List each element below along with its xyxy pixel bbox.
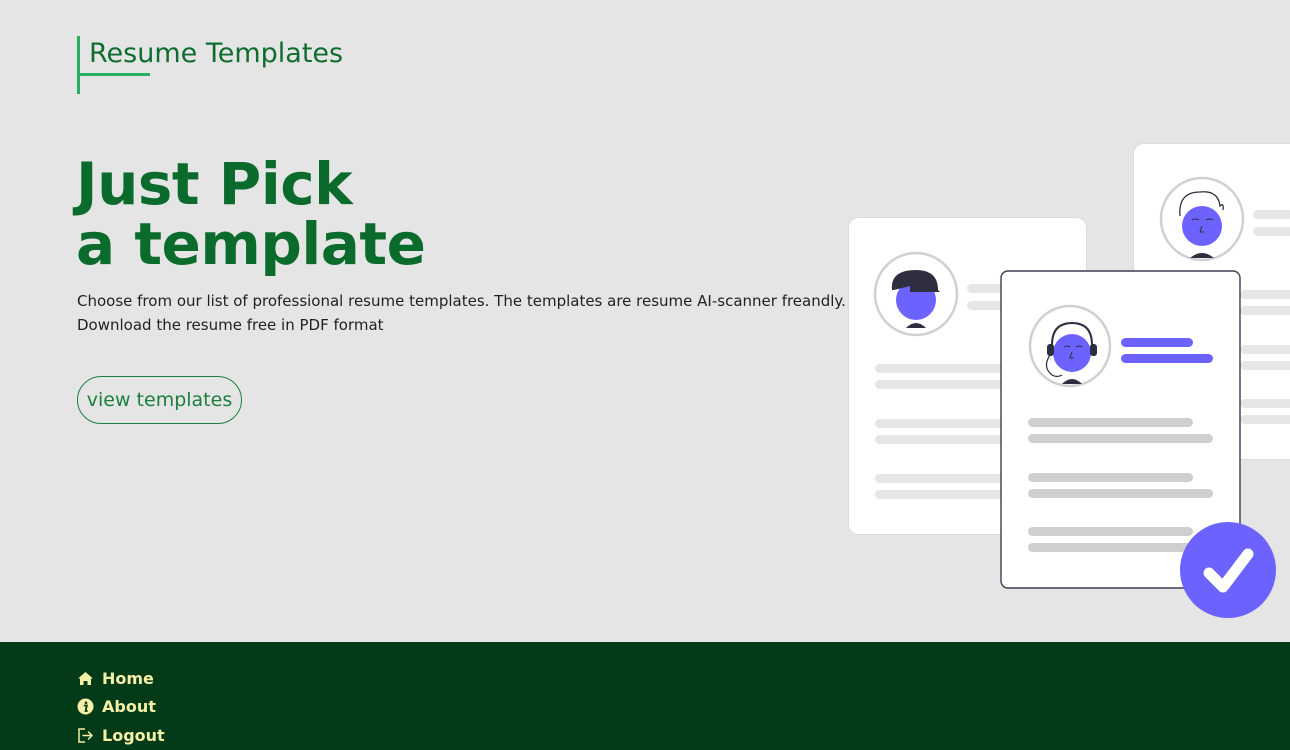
hero-description-line-2: Download the resume free in PDF format <box>77 316 384 334</box>
view-templates-button[interactable]: view templates <box>77 376 242 424</box>
footer-link-home[interactable]: Home <box>77 664 165 693</box>
resume-templates-illustration <box>848 143 1290 618</box>
brand-underline <box>80 73 150 76</box>
footer-link-about[interactable]: About <box>77 693 165 722</box>
checkmark-badge-icon <box>1180 522 1276 618</box>
footer-link-label: Home <box>102 668 154 688</box>
logout-icon <box>77 727 94 744</box>
brand-name[interactable]: Resume Templates <box>89 38 343 69</box>
footer: Home About Logout <box>0 642 1290 750</box>
footer-link-label: About <box>102 697 156 717</box>
home-icon <box>77 670 94 687</box>
hero-description: Choose from our list of professional res… <box>77 289 846 337</box>
footer-nav: Home About Logout <box>77 664 165 750</box>
footer-link-label: Logout <box>102 725 165 745</box>
hero-title-line-1: Just Pick <box>76 150 353 218</box>
info-icon <box>77 698 94 715</box>
brand-logo[interactable]: Resume Templates <box>77 36 343 94</box>
hero-description-line-1: Choose from our list of professional res… <box>77 292 846 310</box>
footer-link-logout[interactable]: Logout <box>77 721 165 750</box>
hero-title: Just Pick a template <box>76 150 426 278</box>
hero-title-line-2: a template <box>76 210 426 278</box>
